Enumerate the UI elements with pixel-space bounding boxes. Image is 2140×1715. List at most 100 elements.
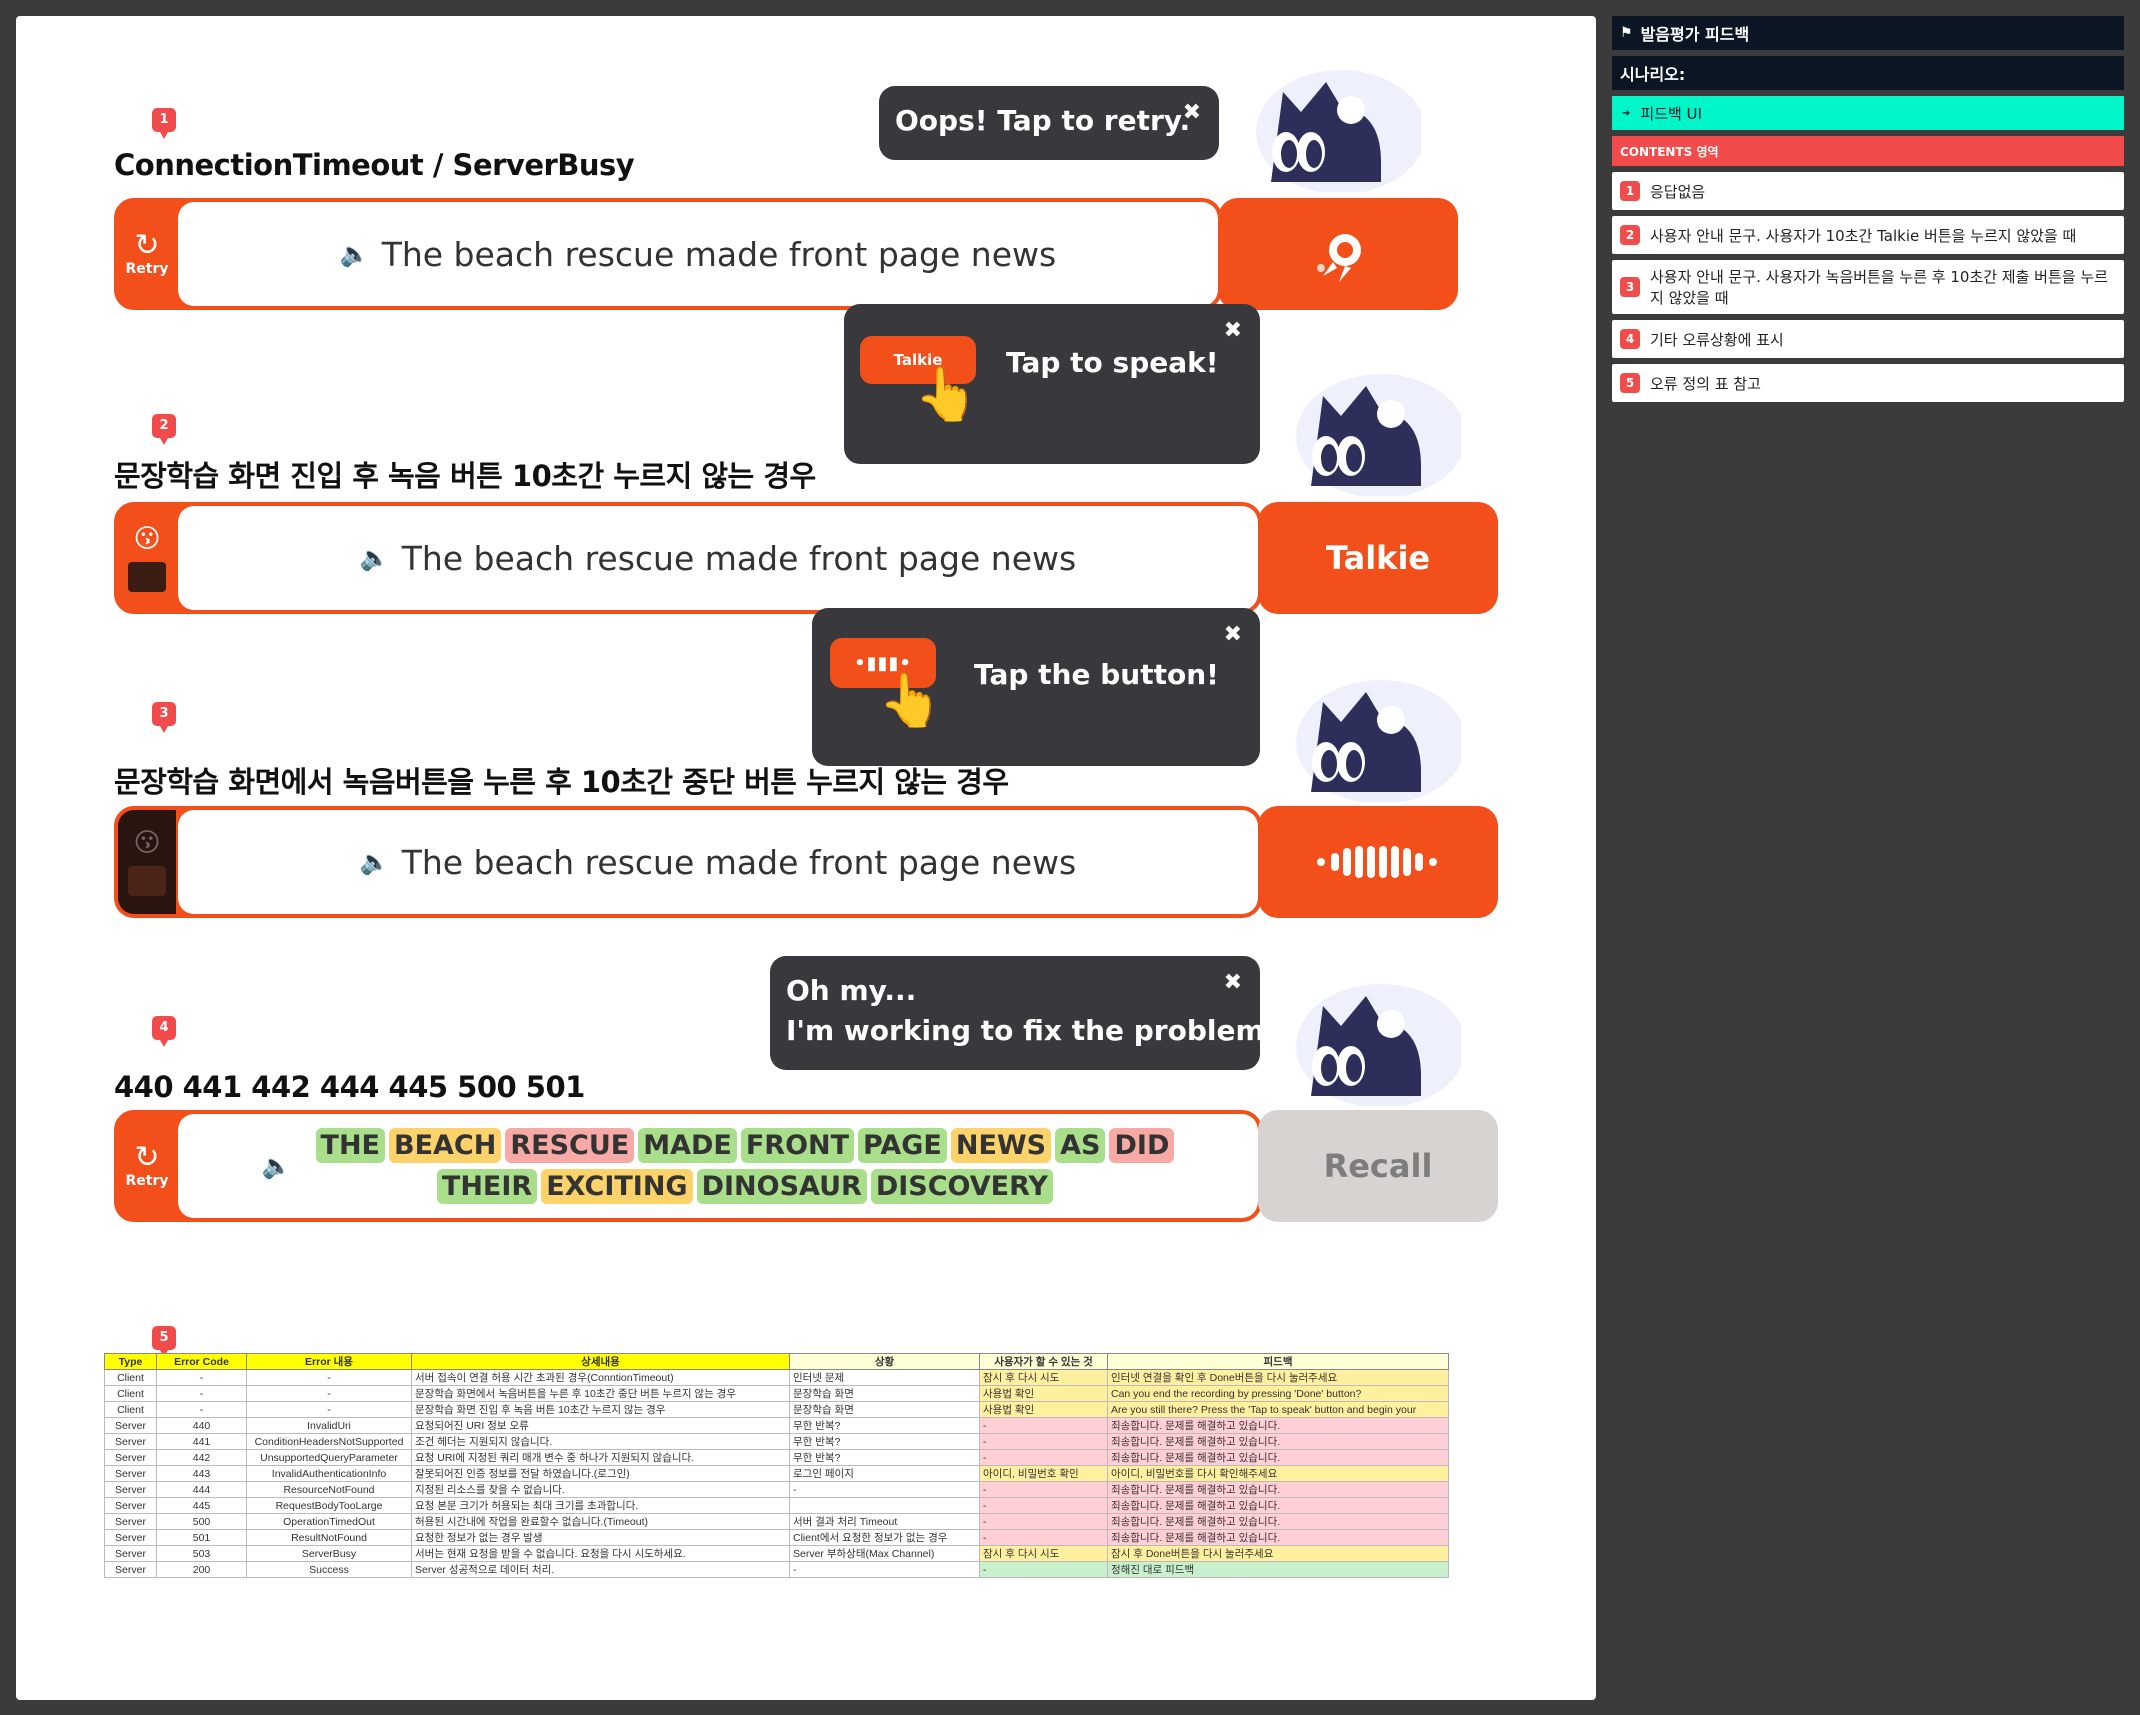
stop-recording-button[interactable] (1258, 806, 1498, 918)
table-row: Server 440 InvalidUri 요청되어진 URI 정보 오류 무한 반복?… (104, 1417, 1449, 1434)
table-cell: 문장학습 화면 (789, 1401, 980, 1418)
feedback-ui-label: 피드백 UI (1640, 104, 1702, 123)
word-tag: PAGE (858, 1128, 947, 1163)
speaker-icon[interactable]: 🔈 (340, 240, 370, 268)
word-tag: DID (1109, 1128, 1175, 1163)
scenario-label: 시나리오: (1620, 65, 1686, 84)
close-icon[interactable]: ✖ (1224, 970, 1242, 995)
table-cell: - (789, 1481, 980, 1498)
panel-items: 1 응답없음 2 사용자 안내 문구. 사용자가 10초간 Talkie 버튼을 누르… (1612, 172, 2124, 402)
table-cell: - (979, 1561, 1108, 1578)
table-cell: 죄송합니다. 문제를 해결하고 있습니다. (1107, 1497, 1449, 1514)
tap-to-speak-bubble: Talkie 👆 Tap to speak! ✖ (844, 304, 1260, 464)
table-body: Client - - 서버 접속이 연결 허용 시간 초과된 경우(ConntionT… (104, 1369, 1449, 1578)
table-cell: 요청한 정보가 없는 경우 발생 (411, 1529, 790, 1546)
table-cell: 문장학습 화면에서 녹음버튼을 누른 후 10초간 중단 버튼 누르지 않는 경… (411, 1385, 790, 1402)
table-cell: Server (104, 1561, 157, 1578)
arrow-icon: ➜ (1622, 107, 1631, 119)
table-cell: InvalidAuthenticationInfo (246, 1465, 412, 1482)
recall-button[interactable]: Recall (1258, 1110, 1498, 1222)
error-definition-table: Type Error Code Error 내용 상세내용 상황 사용자가 할 수 있는 … (104, 1353, 1449, 1578)
speaker-icon[interactable]: 🔈 (262, 1152, 292, 1180)
table-cell: 사용법 확인 (979, 1401, 1108, 1418)
table-cell: Server (104, 1497, 157, 1514)
table-cell: RequestBodyTooLarge (246, 1497, 412, 1514)
sentence-bar-3: 😗 🔈 The beach rescue made front page new… (114, 806, 1262, 918)
bubble-text: Oops! Tap to retry. (895, 104, 1191, 137)
table-cell: Server (104, 1481, 157, 1498)
table-cell: 죄송합니다. 문제를 해결하고 있습니다. (1107, 1449, 1449, 1466)
table-row: Server 503 ServerBusy 서버는 현재 요청을 받을 수 없습니다.… (104, 1545, 1449, 1562)
sentence-text: The beach rescue made front page news (381, 234, 1057, 274)
table-cell: Server 부하상태(Max Channel) (789, 1545, 980, 1562)
table-cell: ResultNotFound (246, 1529, 412, 1546)
table-cell: - (246, 1401, 412, 1418)
table-row: Server 445 RequestBodyTooLarge 요청 본문 크기가 허용… (104, 1497, 1449, 1514)
table-header-cell: 상황 (789, 1353, 980, 1370)
table-cell: ResourceNotFound (246, 1481, 412, 1498)
scenario-row: 시나리오: (1612, 56, 2124, 90)
section-badge-4: 4 (152, 1016, 176, 1047)
table-cell: 죄송합니다. 문제를 해결하고 있습니다. (1107, 1481, 1449, 1498)
speaker-icon[interactable]: 🔈 (360, 848, 390, 876)
hand-thumb-icon (128, 866, 166, 896)
table-cell: 잠시 후 다시 시도 (979, 1369, 1108, 1386)
table-cell: - (246, 1369, 412, 1386)
record-action-button[interactable] (1218, 198, 1458, 310)
waveform-icon (1317, 846, 1437, 878)
table-row: Server 200 Success Server 성공적으로 데이터 처리. - - 정해… (104, 1561, 1449, 1578)
word-tag: MADE (638, 1128, 737, 1163)
sentence-bar-4: ↻ Retry 🔈 THE BEACH RESCUE MADE FRONT PAGE NEW… (114, 1110, 1262, 1222)
sentence-area: 🔈 The beach rescue made front page news (178, 506, 1258, 610)
table-row: Client - - 문장학습 화면 진입 후 녹음 버튼 10초간 누르지 않는 경… (104, 1401, 1449, 1418)
table-cell: 정해진 대로 피드백 (1107, 1561, 1449, 1578)
spec-panel: ⚑ 발음평가 피드백 시나리오: ➜ 피드백 UI CONTENTS 영역 1응… (1612, 16, 2124, 408)
retry-icon: ↻ (134, 228, 160, 263)
table-cell: - (979, 1433, 1108, 1450)
table-cell: - (156, 1401, 247, 1418)
hand-thumb-icon (128, 562, 166, 592)
table-cell: - (789, 1561, 980, 1578)
close-icon[interactable]: ✖ (1224, 318, 1242, 343)
speaker-icon[interactable]: 🔈 (360, 544, 390, 572)
panel-item-number: 2 (1620, 225, 1640, 245)
sentence-bar-2: 😗 🔈 The beach rescue made front page new… (114, 502, 1262, 614)
table-cell: 죄송합니다. 문제를 해결하고 있습니다. (1107, 1529, 1449, 1546)
panel-header: ⚑ 발음평가 피드백 (1612, 16, 2124, 50)
close-icon[interactable]: ✖ (1224, 622, 1242, 647)
word-result-tags: THE BEACH RESCUE MADE FRONT PAGE NEWS AS DID THE… (315, 1128, 1175, 1204)
table-cell: - (979, 1481, 1108, 1498)
smiley-icon: 😗 (133, 524, 161, 554)
table-cell: 잠시 후 다시 시도 (979, 1545, 1108, 1562)
table-cell: 문장학습 화면 (789, 1385, 980, 1402)
panel-item: 3 사용자 안내 문구. 사용자가 녹음버튼을 누른 후 10초간 제출 버튼을 … (1612, 260, 2124, 314)
retry-button[interactable]: ↻ Retry (118, 1114, 176, 1218)
table-cell: 서버는 현재 요청을 받을 수 없습니다. 요청을 다시 시도하세요. (411, 1545, 790, 1562)
table-cell: 서버 접속이 연결 허용 시간 초과된 경우(ConntionTimeout) (411, 1369, 790, 1386)
table-cell: Are you still there? Press the 'Tap to s… (1107, 1401, 1449, 1418)
design-canvas: 1 ConnectionTimeout / ServerBusy ↻ Retry… (16, 16, 1596, 1700)
bubble-text: Tap to speak! (1006, 346, 1219, 379)
close-icon[interactable]: ✖ (1183, 100, 1201, 125)
table-cell: 조건 헤더는 지원되지 않습니다. (411, 1433, 790, 1450)
table-cell: Client (104, 1369, 157, 1386)
section-badge-3: 3 (152, 702, 176, 733)
table-cell: Server (104, 1545, 157, 1562)
table-cell: - (156, 1369, 247, 1386)
mascot-cat-icon (1296, 984, 1461, 1106)
section-badge-1: 1 (152, 108, 176, 139)
table-cell: 200 (156, 1561, 247, 1578)
section-title-1: ConnectionTimeout / ServerBusy (114, 148, 635, 182)
panel-item-text: 오류 정의 표 참고 (1650, 374, 1761, 393)
talkie-button[interactable]: Talkie (1258, 502, 1498, 614)
table-cell: InvalidUri (246, 1417, 412, 1434)
sentence-area: 🔈 The beach rescue made front page news (178, 810, 1258, 914)
table-cell: 서버 결과 처리 Timeout (789, 1513, 980, 1530)
result-area: 🔈 THE BEACH RESCUE MADE FRONT PAGE NEWS AS DID T… (178, 1114, 1258, 1218)
table-cell: 아이디, 비밀번호를 다시 확인해주세요 (1107, 1465, 1449, 1482)
section-badge-2: 2 (152, 414, 176, 445)
hint-side: 😗 (118, 506, 176, 610)
pointing-hand-icon: 👆 (878, 671, 943, 731)
panel-item: 5 오류 정의 표 참고 (1612, 364, 2124, 402)
retry-button[interactable]: ↻ Retry (118, 202, 176, 306)
